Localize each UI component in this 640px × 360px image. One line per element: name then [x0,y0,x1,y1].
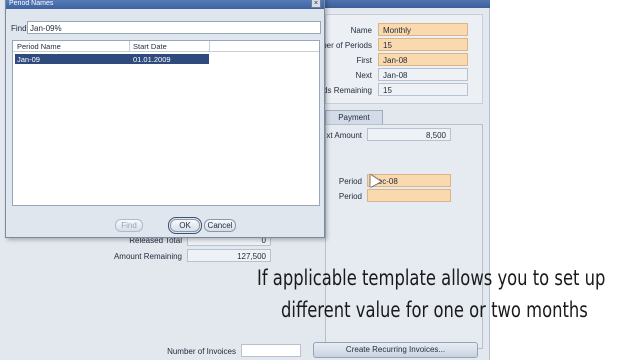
find-button[interactable]: Find [115,219,143,232]
find-label: Find [11,24,27,33]
tab-payment[interactable]: Payment [325,110,383,124]
amount-field: 8,500 [367,128,451,141]
period-1-label: Period [338,177,362,186]
next-label: Next [355,71,372,80]
number-of-invoices-label: Number of Invoices [167,347,236,356]
number-of-invoices-field[interactable] [241,344,301,357]
find-input[interactable]: Jan-09% [27,21,321,34]
number-of-periods-field[interactable]: 15 [378,38,468,51]
column-divider [209,41,210,52]
list-row-selected[interactable]: Jan-09 01.01.2009 [15,54,209,64]
caption-line-1: If applicable template allows you to set… [257,266,606,290]
column-divider [129,41,130,52]
period-2-label: Period [338,192,362,201]
period-names-dialog: Period Names × Find Jan-09% Period Name … [5,0,325,238]
list-header: Period Name Start Date [13,41,319,52]
name-label: Name [350,26,372,35]
create-recurring-invoices-button[interactable]: Create Recurring Invoices... [313,342,478,358]
cancel-button[interactable]: Cancel [204,219,236,232]
first-period-field[interactable]: Jan-08 [378,53,468,66]
amount-remaining-field: 127,500 [187,249,271,262]
window-title-bar [325,0,490,8]
name-field[interactable]: Monthly [378,23,468,36]
dialog-title: Period Names [6,0,324,9]
ok-button[interactable]: OK [168,217,202,234]
period-list: Period Name Start Date Jan-09 01.01.2009 [12,40,320,206]
column-header-period-name[interactable]: Period Name [17,42,61,51]
cell-period-name: Jan-09 [17,55,40,64]
column-header-start-date[interactable]: Start Date [133,42,167,51]
period-2-field[interactable] [367,189,451,202]
next-period-field: Jan-08 [378,68,468,81]
amount-remaining-label: Amount Remaining [113,252,182,261]
periods-remaining-field: 15 [378,83,468,96]
caption-line-2: different value for one or two months [281,298,588,322]
cell-start-date: 01.01.2009 [133,55,171,64]
first-label: First [356,56,372,65]
close-icon[interactable]: × [311,0,321,8]
